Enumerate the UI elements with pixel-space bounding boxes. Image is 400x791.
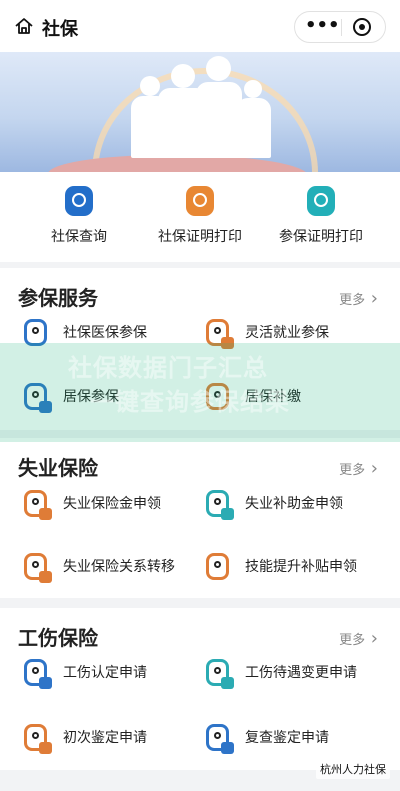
- service-row: 工伤认定申请 工伤待遇变更申请: [0, 644, 400, 700]
- page-title: 社保: [42, 19, 78, 40]
- family-member-head: [171, 64, 195, 88]
- service-row: 失业保险关系转移 技能提升补贴申领: [0, 538, 400, 594]
- service-work-injury-benefit-change-application[interactable]: 工伤待遇变更申请: [206, 644, 381, 700]
- shield-wallet-icon: [206, 489, 234, 520]
- service-label: 工伤认定申请: [63, 665, 147, 681]
- social-security-banner: [0, 52, 400, 172]
- shield-person-icon: [206, 552, 229, 580]
- service-row: 失业保险金申领 失业补助金申领: [0, 475, 400, 531]
- shield-wallet-icon: [24, 489, 52, 520]
- top-navigation-bar: 社保 •••: [0, 0, 400, 52]
- shield-plus-icon: [24, 723, 52, 754]
- shield-plus-icon: [206, 723, 234, 754]
- quick-actions: 社保查询 社保证明打印 参保证明打印: [0, 172, 400, 262]
- family-member-head: [140, 76, 160, 96]
- printer-icon: [186, 186, 214, 216]
- service-label: 灵活就业参保: [245, 325, 329, 341]
- service-review-appraisal-application[interactable]: 复查鉴定申请: [206, 709, 381, 765]
- family-member-body: [236, 98, 271, 158]
- quick-action-social-security-query[interactable]: 社保查询: [12, 186, 146, 246]
- service-label: 失业补助金申领: [245, 496, 343, 512]
- certificate-icon: [307, 186, 335, 216]
- service-label: 失业保险金申领: [63, 496, 161, 512]
- service-initial-appraisal-application[interactable]: 初次鉴定申请: [24, 709, 199, 765]
- home-icon[interactable]: [14, 16, 34, 36]
- service-row: 初次鉴定申请 复查鉴定申请: [0, 709, 400, 765]
- service-work-injury-certification-application[interactable]: 工伤认定申请: [24, 644, 199, 700]
- overlay-line-1: 社保数据门子汇总: [68, 354, 268, 382]
- service-unemployment-relationship-transfer[interactable]: 失业保险关系转移: [24, 538, 199, 594]
- shield-wallet-icon: [24, 552, 52, 583]
- section-work-injury-insurance: 工伤保险 更多 工伤认定申请 工伤待遇变更申请 初次鉴定申请 复查鉴定申请: [0, 608, 400, 770]
- overlay-line-2: 一键查询参保结果: [90, 388, 290, 416]
- quick-action-enrollment-certificate-print[interactable]: 参保证明打印: [254, 186, 388, 246]
- shield-search-icon: [65, 186, 93, 216]
- service-label: 复查鉴定申请: [245, 730, 329, 746]
- quick-action-label: 社保查询: [51, 229, 107, 245]
- quick-action-label: 参保证明打印: [279, 229, 363, 245]
- watermark: 杭州人力社保: [316, 759, 390, 779]
- service-label: 工伤待遇变更申请: [245, 665, 357, 681]
- service-skill-upgrade-subsidy-claim[interactable]: 技能提升补贴申领: [206, 538, 381, 594]
- section-unemployment-insurance: 失业保险 更多 失业保险金申领 失业补助金申领 失业保险关系转移 技能提升补贴申…: [0, 438, 400, 598]
- service-unemployment-benefit-claim[interactable]: 失业保险金申领: [24, 475, 199, 531]
- shield-plus-icon: [206, 658, 234, 689]
- shield-card-icon: [206, 318, 234, 349]
- service-label: 技能提升补贴申领: [245, 559, 357, 575]
- service-label: 初次鉴定申请: [63, 730, 147, 746]
- target-icon[interactable]: [353, 18, 371, 36]
- family-member-head: [206, 56, 231, 81]
- quick-action-label: 社保证明打印: [158, 229, 242, 245]
- quick-action-social-security-certificate-print[interactable]: 社保证明打印: [133, 186, 267, 246]
- more-icon[interactable]: •••: [305, 17, 340, 35]
- family-member-head: [244, 80, 262, 98]
- shield-plus-icon: [24, 658, 52, 689]
- service-unemployment-subsidy-claim[interactable]: 失业补助金申领: [206, 475, 381, 531]
- shield-person-icon: [24, 318, 47, 346]
- service-label: 失业保险关系转移: [63, 559, 175, 575]
- service-label: 社保医保参保: [63, 325, 147, 341]
- capsule-divider: [341, 19, 342, 36]
- mini-program-capsule[interactable]: •••: [294, 11, 386, 43]
